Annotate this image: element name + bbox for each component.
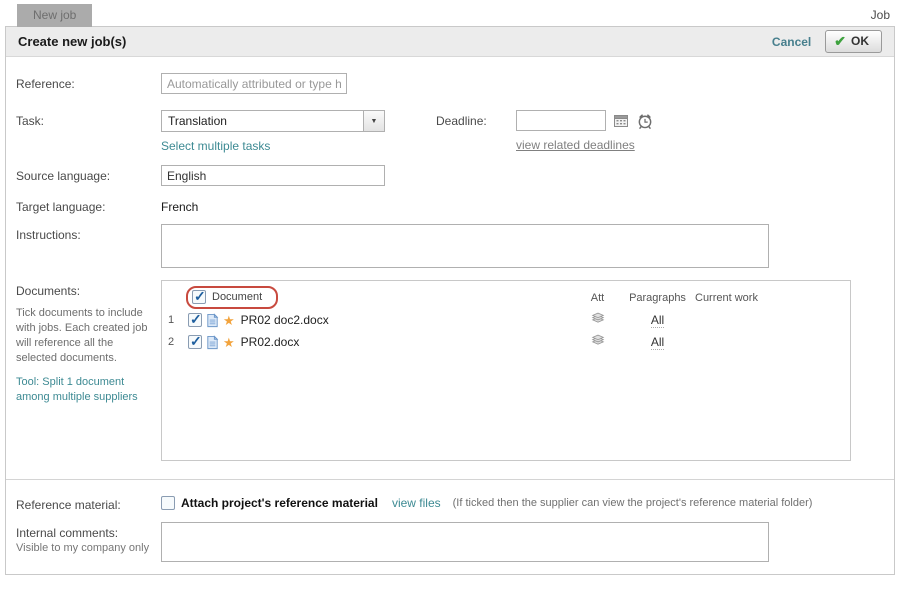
reference-material-note: (If ticked then the supplier can view th… [453,497,813,509]
paragraphs-value[interactable]: All [651,335,664,350]
task-select[interactable]: Translation ▼ [161,110,385,132]
reference-material-label: Reference material: [16,494,161,512]
task-deadline-row: Task: Translation ▼ Select multiple task… [16,110,884,153]
check-icon: ✔ [834,34,846,48]
star-icon: ★ [223,314,235,327]
document-name[interactable]: PR02 doc2.docx [241,313,329,327]
documents-left-col: Documents: Tick documents to include wit… [16,280,161,405]
select-all-label: Document [212,291,262,303]
document-checkbox[interactable] [188,313,202,327]
instructions-textarea[interactable] [161,224,769,268]
documents-table: Document Att Paragraphs Current work 1 [161,280,851,461]
ok-button-label: OK [851,34,869,48]
deadline-group: view related deadlines [516,110,654,152]
page-title: Create new job(s) [18,34,126,49]
target-language-value: French [161,196,198,214]
source-language-input[interactable] [161,165,385,186]
attachments-icon[interactable] [590,334,606,347]
alarm-clock-icon[interactable] [636,112,654,130]
column-header-paragraphs: Paragraphs [620,292,695,304]
internal-comments-left-col: Internal comments: Visible to my company… [16,522,161,554]
attach-reference-material-label: Attach project's reference material [181,496,378,510]
reference-label: Reference: [16,73,161,91]
form-body: Reference: Task: Translation ▼ Select mu… [6,57,894,562]
internal-comments-textarea[interactable] [161,522,769,562]
split-document-tool-link[interactable]: Tool: Split 1 document among multiple su… [16,375,154,405]
select-multiple-tasks-link[interactable]: Select multiple tasks [161,139,270,153]
document-name[interactable]: PR02.docx [241,335,300,349]
documents-help-text: Tick documents to include with jobs. Eac… [16,306,154,365]
form-header: Create new job(s) Cancel ✔ OK [6,27,894,57]
view-related-deadlines-link[interactable]: view related deadlines [516,138,635,152]
calendar-icon[interactable] [613,113,629,129]
document-icon [205,313,220,328]
paragraphs-value[interactable]: All [651,313,664,328]
column-header-att: Att [575,292,620,304]
tab-bar: New job Job [0,0,900,26]
table-row: 1 ★ PR02 doc2.docx [162,309,850,331]
document-checkbox[interactable] [188,335,202,349]
row-number: 2 [168,336,188,348]
view-files-link[interactable]: view files [392,496,441,510]
header-actions: Cancel ✔ OK [772,30,882,53]
task-group: Translation ▼ Select multiple tasks [161,110,436,153]
section-divider [6,479,894,480]
ok-button[interactable]: ✔ OK [825,30,882,53]
table-row: 2 ★ PR02.docx [162,331,850,353]
reference-row: Reference: [16,73,884,94]
reference-input[interactable] [161,73,347,94]
instructions-label: Instructions: [16,224,161,242]
task-selected-value: Translation [162,111,363,131]
create-job-page: New job Job Create new job(s) Cancel ✔ O… [0,0,900,609]
star-icon: ★ [223,336,235,349]
document-icon [205,335,220,350]
red-annotation-circle: Document [186,286,278,309]
deadline-input[interactable] [516,110,606,131]
internal-comments-row: Internal comments: Visible to my company… [16,522,884,562]
target-language-label: Target language: [16,196,161,214]
corner-job-label: Job [871,8,890,22]
select-all-checkbox[interactable] [192,290,206,304]
instructions-row: Instructions: [16,224,884,268]
cancel-button[interactable]: Cancel [772,35,811,49]
chevron-down-icon[interactable]: ▼ [363,111,384,131]
select-all-cell: Document [188,289,575,306]
tab-new-job[interactable]: New job [17,4,92,27]
documents-table-header: Document Att Paragraphs Current work [162,281,850,309]
documents-row: Documents: Tick documents to include wit… [16,280,884,461]
target-language-row: Target language: French [16,196,884,214]
internal-comments-sublabel: Visible to my company only [16,542,161,554]
create-job-form: Create new job(s) Cancel ✔ OK Reference:… [5,26,895,575]
source-language-row: Source language: [16,165,884,186]
task-label: Task: [16,110,161,128]
reference-material-row: Reference material: Attach project's ref… [16,494,884,512]
column-header-current-work: Current work [695,292,790,304]
row-number: 1 [168,314,188,326]
source-language-label: Source language: [16,165,161,183]
documents-label: Documents: [16,284,161,298]
deadline-label: Deadline: [436,110,516,128]
attachments-icon[interactable] [590,312,606,325]
internal-comments-label: Internal comments: [16,526,161,540]
attach-reference-material-checkbox[interactable] [161,496,175,510]
